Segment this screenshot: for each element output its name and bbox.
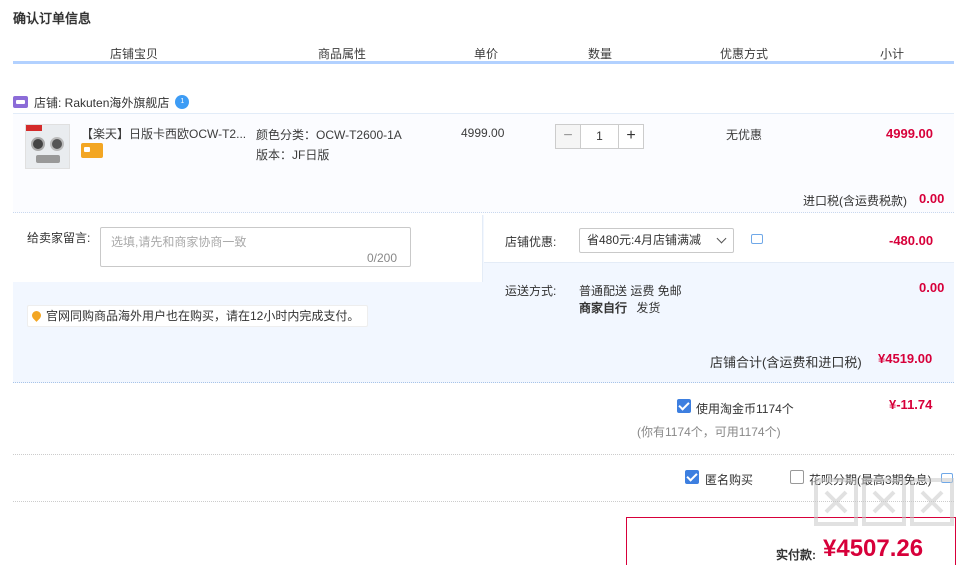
quantity-stepper: − 1 + [555,124,644,149]
coins-value: ¥-11.74 [889,397,933,412]
chevron-down-icon [716,233,727,244]
credit-card-icon [81,143,103,158]
notice-text: 官网同购商品海外用户也在购买，请在12小时内完成支付。 [46,309,360,323]
increase-button[interactable]: + [618,124,644,149]
shop-total-value: ¥4519.00 [878,351,933,366]
payment-notice: 官网同购商品海外用户也在购买，请在12小时内完成支付。 [27,305,369,327]
tax-label: 进口税(含运费税款) [803,194,907,208]
shop-discount-select[interactable]: 省480元:4月店铺满减 [579,228,734,253]
column-item: 店铺宝贝 [110,47,159,61]
shipping-fulfillment: 商家自行 发货 [579,299,660,316]
use-coins-checkbox[interactable] [677,399,691,413]
shop-icon [13,96,28,108]
anonymous-label: 匿名购买 [705,473,754,487]
anonymous-checkbox[interactable] [685,470,699,484]
shop-row: 店铺: Rakuten海外旗舰店 1 [13,92,190,112]
item-attr-color: 颜色分类：OCW-T2600-1A [256,128,402,142]
shipping-method: 普通配送 运费 免邮 [579,284,682,298]
item-attr-version: 版本：JF日版 [256,148,330,162]
item-price: 4999.00 [461,126,505,140]
product-thumbnail[interactable] [25,124,70,169]
message-placeholder: 选填,请先和商家协商一致 [111,235,247,249]
column-header: 店铺宝贝 商品属性 单价 数量 优惠方式 小计 [13,42,954,64]
message-label: 给卖家留言: [27,231,91,245]
shipping-value: 0.00 [919,280,945,295]
shop-chat-icon[interactable]: 1 [175,95,190,109]
message-char-count: 0/200 [367,251,398,265]
item-name-link[interactable]: 【楽天】日版卡西欧OCW-T2... [81,125,251,142]
huabei-checkbox[interactable] [790,470,804,484]
shipping-label: 运送方式: [505,284,557,298]
item-discount: 无优惠 [726,128,763,142]
use-coins-label: 使用淘金币1174个 [696,402,794,416]
page-title: 确认订单信息 [13,11,92,26]
shop-name[interactable]: 店铺: Rakuten海外旗舰店 [34,94,169,111]
column-subtotal: 小计 [880,47,905,61]
column-price: 单价 [474,47,499,61]
quantity-input[interactable]: 1 [581,124,618,149]
coins-note: (你有1174个，可用1174个) [637,425,781,439]
shop-discount-selected: 省480元:4月店铺满减 [587,233,702,247]
item-subtotal: 4999.00 [886,126,933,141]
shipping-fulfillment-bold: 商家自行 [579,301,628,315]
shipping-fulfillment-rest: 发货 [636,301,661,315]
column-quantity: 数量 [588,47,613,61]
divider [13,454,954,455]
shop-discount-label: 店铺优惠: [505,235,557,249]
location-pin-icon [30,309,43,322]
tax-value: 0.00 [919,191,945,206]
column-attributes: 商品属性 [318,47,367,61]
shop-discount-value: -480.00 [889,233,934,248]
comment-icon[interactable] [751,234,763,244]
shop-total-label: 店铺合计(含运费和进口税) [710,355,862,370]
column-discount: 优惠方式 [720,47,769,61]
decrease-button[interactable]: − [555,124,581,149]
watermark-logo [814,478,954,526]
